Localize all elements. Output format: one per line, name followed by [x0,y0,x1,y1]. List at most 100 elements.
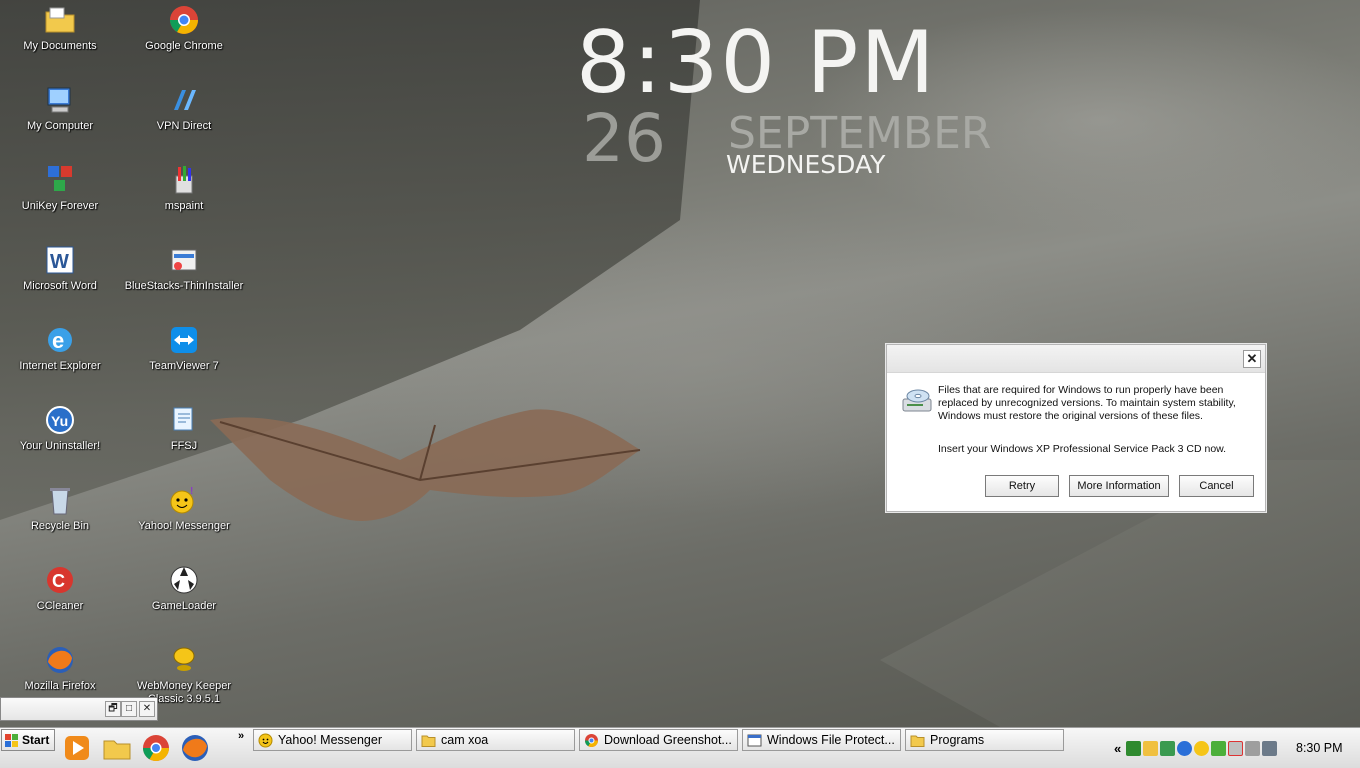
dialog-message: Files that are required for Windows to r… [938,384,1236,422]
ffsj-icon [173,407,193,431]
task-button-cam-xoa[interactable]: cam xoa [416,729,575,751]
desktop-icon-ffsj[interactable]: FFSJ [124,404,244,476]
network-disconnected-icon[interactable] [1228,741,1243,756]
svg-text:Yu: Yu [51,413,68,429]
desktop-icon-yahoo-messenger[interactable]: ! Yahoo! Messenger [124,484,244,556]
network-monitor-icon[interactable] [1126,741,1141,756]
desktop-icon-word[interactable]: W Microsoft Word [0,244,120,316]
desktop-icon-label: VPN Direct [156,120,212,132]
desktop-icon-label: Recycle Bin [30,520,90,532]
task-button-yahoo-messenger[interactable]: Yahoo! Messenger [253,729,412,751]
desktop-icon-your-uninstaller[interactable]: Yu Your Uninstaller! [0,404,120,476]
dialog-instruction: Insert your Windows XP Professional Serv… [938,443,1227,455]
uninstaller-icon: Yu [46,406,74,434]
desktop-icon-gameloader[interactable]: GameLoader [124,564,244,636]
desktop-icon-label: My Documents [23,40,97,52]
quick-launch-overflow-chevron[interactable]: » [238,730,244,742]
desktop-icon-label: FFSJ [170,440,198,452]
desktop-icon-ccleaner[interactable]: C CCleaner [0,564,120,636]
vpn-icon [174,90,196,110]
desktop-icon-label: My Computer [26,120,94,132]
desktop-icon-label: UniKey Forever [21,200,99,212]
task-label: cam xoa [441,733,489,747]
desktop-icon-label: Yahoo! Messenger [138,520,230,532]
window-icon [747,734,762,747]
yahoo-icon: ! [170,486,194,514]
folder-documents-icon [45,7,75,33]
floating-mini-window: 🗗 □ ✕ [0,697,158,721]
shield-icon[interactable] [1160,741,1175,756]
recycle-bin-icon [50,488,70,515]
monitor-icon[interactable] [1262,741,1277,756]
desktop-icon-bluestacks-installer[interactable]: BlueStacks-ThinInstaller [124,244,244,316]
unikey-icon [48,166,72,191]
tray-clock[interactable]: 8:30 PM [1296,741,1343,755]
clock-day: 26 [582,100,666,177]
clock-weekday: WEDNESDAY [726,150,886,179]
dialog-title-bar: ✕ [887,345,1265,373]
desktop-icon-label: mspaint [164,200,204,212]
svg-text:!: ! [190,486,193,497]
desktop-icon-recycle-bin[interactable]: Recycle Bin [0,484,120,556]
task-button-windows-file-protection[interactable]: Windows File Protect... [742,729,901,751]
chrome-icon[interactable] [141,733,171,763]
desktop-icon-label: Mozilla Firefox [24,680,96,692]
webmoney-icon [173,647,195,671]
media-player-icon[interactable] [62,733,92,763]
folder-icon [910,735,925,747]
computer-icon [47,87,71,113]
installer-icon [171,249,197,271]
updater-icon[interactable] [1177,741,1192,756]
dialog-close-button[interactable]: ✕ [1243,350,1261,368]
svg-text:e: e [52,328,64,353]
task-label: Yahoo! Messenger [278,733,382,747]
tray-expand-chevron[interactable]: « [1114,741,1121,756]
desktop-icon-internet-explorer[interactable]: e Internet Explorer [0,324,120,396]
restore-button[interactable]: 🗗 [105,701,121,717]
desktop-icon-label: BlueStacks-ThinInstaller [124,280,244,292]
desktop-icon-unikey[interactable]: UniKey Forever [0,164,120,236]
start-label: Start [22,733,50,747]
firefox-icon[interactable] [180,733,210,763]
wallpaper-leaf [210,409,641,521]
svg-text:W: W [50,251,69,273]
desktop-icon-label: Internet Explorer [19,360,101,372]
word-icon: W [46,246,74,274]
desktop-icon-my-computer[interactable]: My Computer [0,84,120,156]
maximize-button[interactable]: □ [121,701,137,717]
explorer-folder-icon[interactable] [102,733,132,763]
more-information-button[interactable]: More Information [1069,475,1169,497]
desktop-icon-my-documents[interactable]: My Documents [0,4,120,76]
start-button[interactable]: Start [1,729,55,751]
unikey-tray-icon[interactable] [1211,741,1226,756]
retry-button[interactable]: Retry [985,475,1059,497]
desktop-icon-vpn-direct[interactable]: VPN Direct [124,84,244,156]
close-button[interactable]: ✕ [139,701,155,717]
desktop-icon-google-chrome[interactable]: Google Chrome [124,4,244,76]
task-button-programs[interactable]: Programs [905,729,1064,751]
desktop-icon-label: Microsoft Word [23,280,97,292]
windows-flag-icon [5,734,18,747]
n-app-icon[interactable] [1245,741,1260,756]
desktop-icon-label: GameLoader [151,600,217,612]
folder-icon [421,735,436,747]
yahoo-icon[interactable] [1194,741,1209,756]
desktop-icon-label: Google Chrome [145,40,223,52]
ccleaner-icon: C [47,567,73,593]
mail-icon[interactable] [1143,741,1158,756]
desktop-icon-label: CCleaner [36,600,84,612]
task-label: Programs [930,733,985,747]
desktop-icon-teamviewer[interactable]: TeamViewer 7 [124,324,244,396]
cancel-button[interactable]: Cancel [1179,475,1254,497]
desktop-icon-label: Your Uninstaller! [19,440,101,452]
gameloader-icon [170,566,198,594]
paint-icon [175,166,193,194]
clock-time: 8:30 PM [576,13,937,113]
task-label: Windows File Protect... [767,733,895,747]
task-button-download-greenshot[interactable]: Download Greenshot... [579,729,738,751]
desktop-icon-mspaint[interactable]: mspaint [124,164,244,236]
svg-text:C: C [52,571,65,591]
cd-drive-icon [902,389,932,412]
system-tray: « 8:30 PM [1110,734,1356,762]
firefox-icon [47,647,73,673]
